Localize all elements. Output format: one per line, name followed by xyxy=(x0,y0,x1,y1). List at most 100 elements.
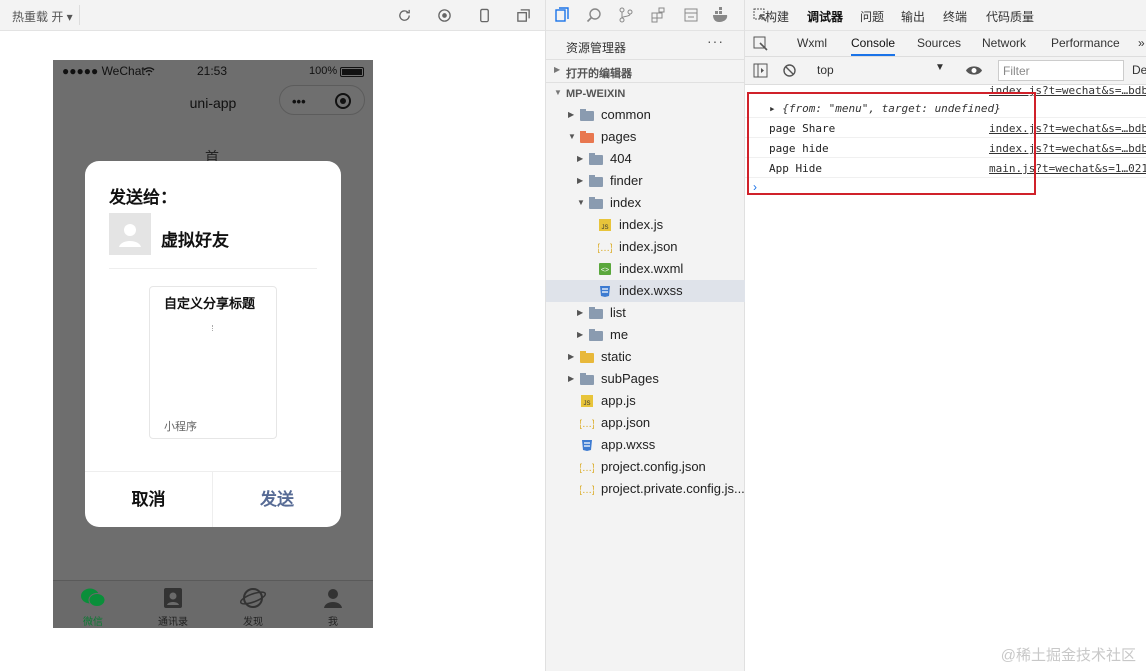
files-icon[interactable] xyxy=(554,7,570,23)
explorer-more-button[interactable]: ··· xyxy=(707,33,724,49)
eye-icon[interactable] xyxy=(965,64,983,77)
context-dropdown-icon[interactable]: ▼ xyxy=(935,62,945,73)
tabs-overflow-button[interactable]: » xyxy=(1138,36,1145,50)
tree-item[interactable]: ▶ subPages xyxy=(546,368,745,390)
tree-item-label: list xyxy=(610,305,626,320)
highlight-box xyxy=(747,92,1036,195)
top-tab-terminal[interactable]: 终端 xyxy=(943,8,967,25)
context-selector[interactable]: top xyxy=(817,63,834,77)
send-button[interactable]: 发送 xyxy=(213,472,341,527)
cancel-button[interactable]: 取消 xyxy=(85,472,213,527)
tree-item[interactable]: index.wxss xyxy=(546,280,745,302)
activity-bar xyxy=(546,0,744,31)
tab-me[interactable]: 我 xyxy=(293,581,373,628)
svg-text:JS: JS xyxy=(601,225,608,231)
tree-item[interactable]: JS app.js xyxy=(546,390,745,412)
avatar-placeholder-icon xyxy=(119,224,141,247)
hot-reload-toggle[interactable]: 热重载 开 ▾ xyxy=(12,8,73,25)
tree-item-label: app.wxss xyxy=(601,437,656,452)
share-card: 自定义分享标题 小程序 xyxy=(149,286,277,439)
top-tab-problems[interactable]: 问题 xyxy=(860,8,884,25)
project-section[interactable]: ▼ MP-WEIXIN xyxy=(546,82,744,104)
sidebar-toggle-icon[interactable] xyxy=(753,63,768,78)
tree-item[interactable]: ▶ finder xyxy=(546,170,745,192)
search-icon[interactable] xyxy=(586,7,602,23)
open-editors-label: 打开的编辑器 xyxy=(566,68,632,80)
json-file-icon: {…} xyxy=(580,463,594,473)
chevron-right-icon[interactable]: ▶ xyxy=(577,302,583,324)
capsule-menu[interactable]: ••• xyxy=(279,85,365,115)
tab-performance[interactable]: Performance xyxy=(1051,36,1120,50)
chevron-down-icon[interactable]: ▼ xyxy=(577,192,585,214)
tree-item[interactable]: ▶ common xyxy=(546,104,745,126)
tab-contacts[interactable]: 通讯录 xyxy=(133,581,213,628)
tab-discover[interactable]: 发现 xyxy=(213,581,293,628)
tab-label-me: 我 xyxy=(328,617,338,628)
status-bar: ●●●●● WeChat 21:53 100% xyxy=(53,60,373,82)
storage-icon[interactable] xyxy=(683,7,699,23)
default-levels-dropdown[interactable]: De xyxy=(1132,63,1146,77)
more-icon[interactable]: ••• xyxy=(292,94,306,109)
folder-icon xyxy=(580,373,594,385)
top-tab-output[interactable]: 输出 xyxy=(901,8,925,25)
dialog-buttons: 取消 发送 xyxy=(85,471,341,527)
tree-item[interactable]: {…} index.json xyxy=(546,236,745,258)
close-miniprogram-icon[interactable] xyxy=(335,93,351,109)
tree-item[interactable]: ▶ 404 xyxy=(546,148,745,170)
chevron-right-icon[interactable]: ▶ xyxy=(568,346,574,368)
top-tab-code-quality[interactable]: 代码质量 xyxy=(986,8,1034,25)
battery-icon xyxy=(340,67,364,77)
tab-wechat[interactable]: 微信 xyxy=(53,581,133,628)
tree-item[interactable]: app.wxss xyxy=(546,434,745,456)
chevron-right-icon[interactable]: ▶ xyxy=(577,148,583,170)
wxss-file-icon xyxy=(582,440,592,451)
loading-icon xyxy=(212,325,214,331)
tab-sources[interactable]: Sources xyxy=(917,36,961,50)
tree-item[interactable]: ▶ me xyxy=(546,324,745,346)
tree-item[interactable]: ▶ static xyxy=(546,346,745,368)
phone-icon[interactable] xyxy=(477,8,492,23)
chevron-right-icon[interactable]: ▶ xyxy=(568,104,574,126)
tree-item[interactable]: ▶ list xyxy=(546,302,745,324)
tab-label-contacts: 通讯录 xyxy=(158,617,188,628)
folder-icon xyxy=(589,175,603,187)
svg-text:{…}: {…} xyxy=(598,243,612,253)
svg-text:{…}: {…} xyxy=(580,419,594,429)
refresh-icon[interactable] xyxy=(397,8,412,23)
detach-window-icon[interactable] xyxy=(516,8,531,23)
chevron-right-icon[interactable]: ▶ xyxy=(577,324,583,346)
top-tab-debugger[interactable]: 调试器 xyxy=(807,8,843,25)
docker-icon[interactable] xyxy=(712,7,730,23)
folder-icon xyxy=(589,153,603,165)
git-branch-icon[interactable] xyxy=(618,7,634,23)
chevron-right-icon[interactable]: ▶ xyxy=(568,368,574,390)
top-tab-build[interactable]: 构建 xyxy=(765,8,789,25)
tab-label-wechat: 微信 xyxy=(83,617,103,628)
share-card-type: 小程序 xyxy=(164,421,197,433)
friend-name: 虚拟好友 xyxy=(161,231,229,250)
clear-console-icon[interactable] xyxy=(782,63,797,78)
filter-input[interactable]: Filter xyxy=(998,60,1124,81)
extensions-icon[interactable] xyxy=(650,7,666,23)
element-picker-icon[interactable] xyxy=(753,36,769,52)
project-label: MP-WEIXIN xyxy=(566,88,626,100)
discover-icon xyxy=(240,588,266,608)
tree-item[interactable]: ▼ pages xyxy=(546,126,745,148)
tree-item[interactable]: {…} project.config.json xyxy=(546,456,745,478)
tab-console[interactable]: Console xyxy=(851,36,896,56)
chevron-right-icon[interactable]: ▶ xyxy=(577,170,583,192)
chevron-down-icon[interactable]: ▼ xyxy=(568,126,576,148)
tree-item[interactable]: {…} app.json xyxy=(546,412,745,434)
tree-item[interactable]: ▼ index xyxy=(546,192,745,214)
wifi-icon xyxy=(143,67,155,76)
tree-item[interactable]: {…} project.private.config.js... xyxy=(546,478,745,500)
tree-item-label: pages xyxy=(601,129,637,144)
tree-item[interactable]: <> index.wxml xyxy=(546,258,745,280)
tab-label-discover: 发现 xyxy=(243,617,263,628)
tab-wxml[interactable]: Wxml xyxy=(797,36,827,50)
tree-item[interactable]: JS index.js xyxy=(546,214,745,236)
status-time: 21:53 xyxy=(197,64,228,78)
stop-icon[interactable] xyxy=(437,8,452,23)
tab-network[interactable]: Network xyxy=(982,36,1026,50)
open-editors-section[interactable]: ▶ 打开的编辑器 xyxy=(546,59,744,81)
